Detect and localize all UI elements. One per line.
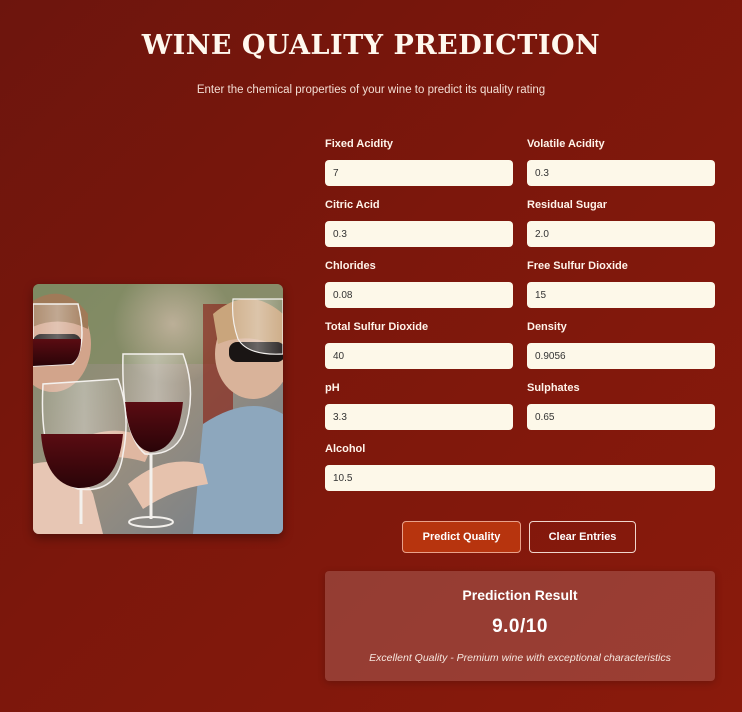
volatile-acidity-group: Volatile Acidity [527,138,715,186]
result-title: Prediction Result [462,587,578,603]
free-sulfur-dioxide-group: Free Sulfur Dioxide [527,260,715,308]
density-input[interactable] [527,343,715,369]
predict-quality-button[interactable]: Predict Quality [402,521,521,553]
density-label: Density [527,321,567,333]
chlorides-input[interactable] [325,282,513,308]
total-sulfur-dioxide-input[interactable] [325,343,513,369]
clear-entries-button[interactable]: Clear Entries [529,521,636,553]
result-score: 9.0/10 [492,616,548,637]
citric-acid-label: Citric Acid [325,199,380,211]
total-sulfur-dioxide-label: Total Sulfur Dioxide [325,321,429,333]
ph-group: pH [325,382,513,430]
citric-acid-input[interactable] [325,221,513,247]
wine-glasses-image [33,284,283,534]
sulphates-group: Sulphates [527,382,715,430]
alcohol-group: Alcohol [325,443,715,491]
chlorides-group: Chlorides [325,260,513,308]
ph-label: pH [325,382,340,394]
volatile-acidity-input[interactable] [527,160,715,186]
residual-sugar-input[interactable] [527,221,715,247]
free-sulfur-dioxide-label: Free Sulfur Dioxide [527,260,628,272]
ph-input[interactable] [325,404,513,430]
sulphates-label: Sulphates [527,382,580,394]
alcohol-input[interactable] [325,465,715,491]
chlorides-label: Chlorides [325,260,376,272]
page-subtitle: Enter the chemical properties of your wi… [196,84,546,96]
page-title: WINE QUALITY PREDICTION [141,30,601,61]
citric-acid-group: Citric Acid [325,199,513,247]
volatile-acidity-label: Volatile Acidity [527,138,605,150]
total-sulfur-dioxide-group: Total Sulfur Dioxide [325,321,513,369]
free-sulfur-dioxide-input[interactable] [527,282,715,308]
prediction-result-panel: Prediction Result 9.0/10 Excellent Quali… [325,571,715,681]
sulphates-input[interactable] [527,404,715,430]
result-description: Excellent Quality - Premium wine with ex… [369,652,671,664]
fixed-acidity-input[interactable] [325,160,513,186]
density-group: Density [527,321,715,369]
fixed-acidity-label: Fixed Acidity [325,138,394,150]
residual-sugar-label: Residual Sugar [527,199,608,211]
residual-sugar-group: Residual Sugar [527,199,715,247]
alcohol-label: Alcohol [325,443,366,455]
fixed-acidity-group: Fixed Acidity [325,138,513,186]
